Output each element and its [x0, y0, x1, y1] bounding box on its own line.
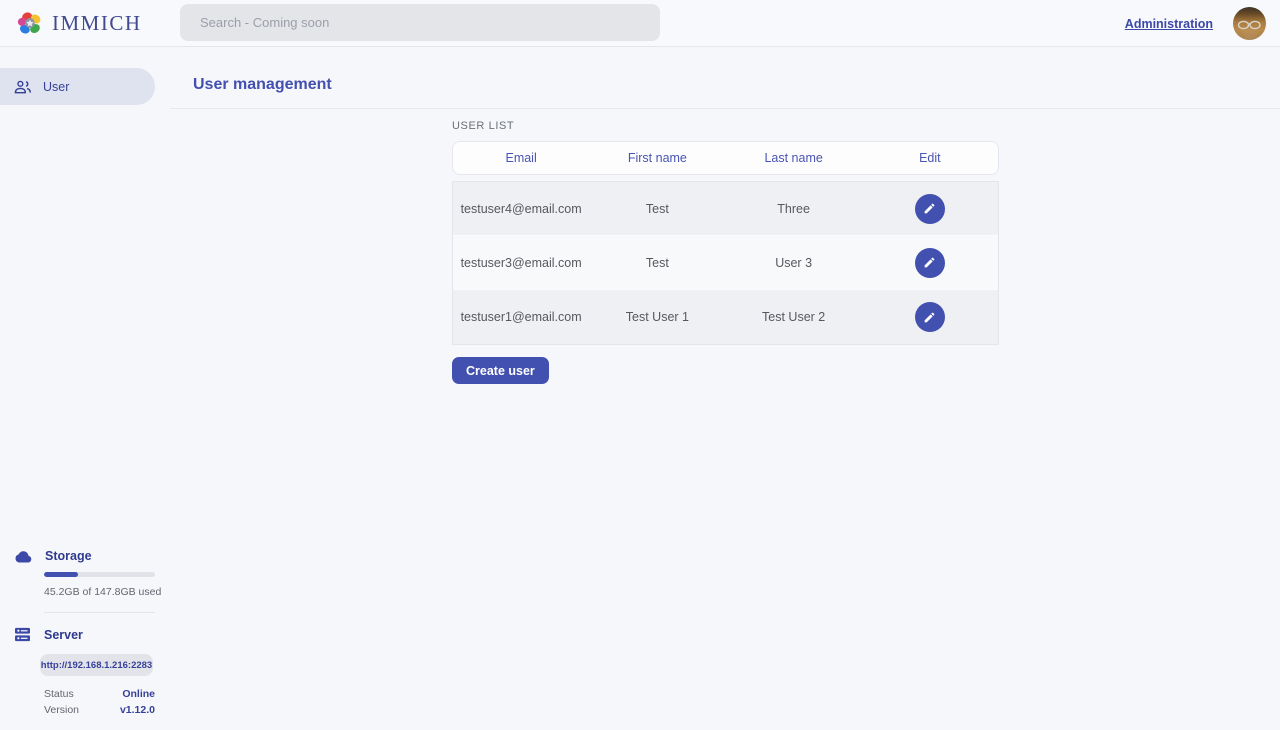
- app-logo[interactable]: IMMICH: [0, 10, 163, 37]
- administration-link[interactable]: Administration: [1125, 17, 1213, 31]
- storage-title: Storage: [45, 549, 92, 563]
- create-user-button[interactable]: Create user: [452, 357, 549, 384]
- column-header-last-name: Last name: [726, 151, 862, 165]
- cell-email: testuser3@email.com: [453, 256, 589, 270]
- avatar-glasses-icon: [1237, 19, 1262, 31]
- version-value: v1.12.0: [120, 704, 155, 716]
- user-table-header: Email First name Last name Edit: [452, 141, 999, 175]
- cell-first-name: Test User 1: [589, 310, 725, 324]
- cell-last-name: User 3: [726, 256, 862, 270]
- cell-first-name: Test: [589, 202, 725, 216]
- status-value: Online: [122, 688, 155, 700]
- cell-email: testuser1@email.com: [453, 310, 589, 324]
- table-row: testuser3@email.com Test User 3: [453, 236, 998, 290]
- sidebar-item-user[interactable]: User: [0, 68, 155, 105]
- server-icon: [14, 627, 31, 642]
- user-list-label: USER LIST: [452, 120, 1280, 132]
- app-title: IMMICH: [52, 11, 142, 36]
- column-header-first-name: First name: [589, 151, 725, 165]
- top-navigation-bar: IMMICH Administration: [0, 0, 1280, 47]
- page-title: User management: [170, 47, 1280, 94]
- server-url-chip[interactable]: http://192.168.1.216:2283: [40, 654, 153, 676]
- storage-progress-fill: [44, 572, 78, 577]
- user-table: Email First name Last name Edit testuser…: [452, 141, 999, 345]
- pencil-icon: [923, 256, 936, 269]
- users-group-icon: [14, 80, 31, 94]
- server-title: Server: [44, 628, 83, 642]
- title-divider: [170, 108, 1280, 109]
- search-input[interactable]: [180, 4, 660, 41]
- version-label: Version: [44, 704, 79, 716]
- cell-first-name: Test: [589, 256, 725, 270]
- main-content: User management USER LIST Email First na…: [170, 47, 1280, 730]
- cell-last-name: Test User 2: [726, 310, 862, 324]
- column-header-email: Email: [453, 151, 589, 165]
- admin-sidebar: User Storage 45.2GB of 147.8GB used: [0, 47, 170, 730]
- cloud-icon: [14, 550, 32, 563]
- server-section-header: Server: [0, 627, 170, 642]
- sidebar-footer: Storage 45.2GB of 147.8GB used Server ht…: [0, 549, 170, 718]
- storage-usage-text: 45.2GB of 147.8GB used: [44, 586, 170, 598]
- sidebar-item-user-label: User: [43, 80, 69, 94]
- user-table-body: testuser4@email.com Test Three testuser3…: [452, 181, 999, 345]
- sidebar-divider: [44, 612, 155, 613]
- cell-email: testuser4@email.com: [453, 202, 589, 216]
- server-status-row: Status Online: [44, 686, 155, 702]
- edit-user-button[interactable]: [915, 248, 945, 278]
- immich-flower-icon: [17, 10, 44, 37]
- edit-user-button[interactable]: [915, 194, 945, 224]
- user-avatar[interactable]: [1233, 7, 1266, 40]
- pencil-icon: [923, 202, 936, 215]
- storage-section-header: Storage: [0, 549, 170, 563]
- cell-last-name: Three: [726, 202, 862, 216]
- status-label: Status: [44, 688, 74, 700]
- table-row: testuser1@email.com Test User 1 Test Use…: [453, 290, 998, 344]
- column-header-edit: Edit: [862, 151, 998, 165]
- pencil-icon: [923, 311, 936, 324]
- storage-progress-bar: [44, 572, 155, 577]
- server-version-row: Version v1.12.0: [44, 702, 155, 718]
- table-row: testuser4@email.com Test Three: [453, 182, 998, 236]
- edit-user-button[interactable]: [915, 302, 945, 332]
